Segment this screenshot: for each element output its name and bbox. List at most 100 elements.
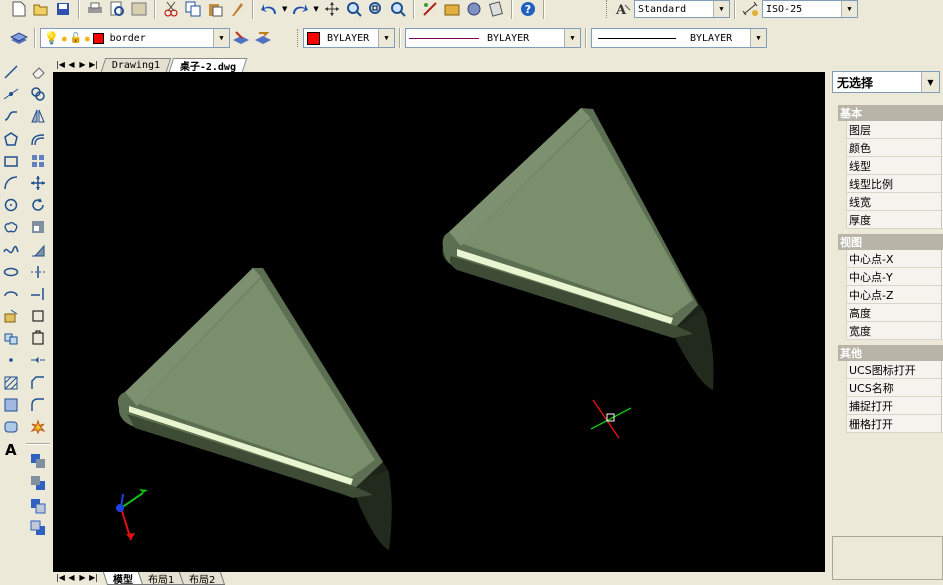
revision-cloud-icon[interactable] bbox=[1, 217, 21, 237]
selection-select[interactable]: 无选择 ▼ bbox=[832, 71, 940, 93]
join-icon[interactable] bbox=[28, 350, 48, 370]
save-icon[interactable] bbox=[53, 0, 73, 19]
gradient-icon[interactable] bbox=[1, 395, 21, 415]
ellipse-icon[interactable] bbox=[1, 262, 21, 282]
paste-icon[interactable] bbox=[205, 0, 225, 19]
text-style-icon[interactable]: A bbox=[613, 0, 633, 19]
region-icon[interactable] bbox=[1, 417, 21, 437]
layer-select[interactable]: 💡 ✹ 🔓 ✹ border ▼ bbox=[40, 28, 230, 48]
solid-left[interactable] bbox=[117, 267, 392, 550]
zoom-previous-icon[interactable] bbox=[388, 0, 408, 19]
fillet-icon[interactable] bbox=[28, 395, 48, 415]
property-linetype-scale[interactable]: 线型比例 bbox=[846, 175, 943, 193]
multiline-text-icon[interactable]: A bbox=[1, 439, 21, 459]
zoom-window-icon[interactable] bbox=[366, 0, 386, 19]
tab-table-dwg[interactable]: 桌子-2.dwg bbox=[168, 58, 248, 73]
extend-icon[interactable] bbox=[28, 284, 48, 304]
trim-icon[interactable] bbox=[28, 262, 48, 282]
category-general[interactable]: 基本 bbox=[838, 105, 943, 121]
sheet-set-icon[interactable] bbox=[486, 0, 506, 19]
break-icon[interactable] bbox=[28, 328, 48, 348]
model-space-canvas[interactable] bbox=[53, 72, 825, 572]
insert-block-icon[interactable] bbox=[1, 306, 21, 326]
line-icon[interactable] bbox=[1, 62, 21, 82]
array-icon[interactable] bbox=[28, 151, 48, 171]
polygon-icon[interactable] bbox=[1, 129, 21, 149]
help-icon[interactable]: ? bbox=[518, 0, 538, 19]
properties-icon[interactable] bbox=[420, 0, 440, 19]
redo-icon[interactable] bbox=[290, 0, 310, 19]
copy-object-icon[interactable] bbox=[28, 84, 48, 104]
bring-above-icon[interactable] bbox=[28, 496, 48, 516]
tab-drawing1[interactable]: Drawing1 bbox=[100, 58, 172, 72]
chamfer-icon[interactable] bbox=[28, 373, 48, 393]
mirror-icon[interactable] bbox=[28, 106, 48, 126]
offset-icon[interactable] bbox=[28, 129, 48, 149]
zoom-realtime-icon[interactable] bbox=[344, 0, 364, 19]
cut-icon[interactable] bbox=[161, 0, 181, 19]
tab-layout1[interactable]: 布局1 bbox=[137, 572, 185, 585]
property-thickness[interactable]: 厚度 bbox=[846, 211, 943, 229]
property-ucs-icon-on[interactable]: UCS图标打开 bbox=[846, 361, 943, 379]
undo-icon[interactable] bbox=[259, 0, 279, 19]
arc-icon[interactable] bbox=[1, 173, 21, 193]
dimension-style-select[interactable]: ISO-25 ▼ bbox=[762, 0, 858, 18]
open-file-icon[interactable] bbox=[31, 0, 51, 19]
explode-icon[interactable] bbox=[28, 417, 48, 437]
rotate-icon[interactable] bbox=[28, 195, 48, 215]
print-icon[interactable] bbox=[85, 0, 105, 19]
scale-icon[interactable] bbox=[28, 217, 48, 237]
copy-icon[interactable] bbox=[183, 0, 203, 19]
tab-last-icon[interactable]: ▶| bbox=[88, 58, 99, 70]
layout-next-icon[interactable]: ▶ bbox=[77, 572, 88, 584]
property-lineweight[interactable]: 线宽 bbox=[846, 193, 943, 211]
solid-right[interactable] bbox=[442, 108, 714, 390]
property-layer[interactable]: 图层 bbox=[846, 121, 943, 139]
category-misc[interactable]: 其他 bbox=[838, 345, 943, 361]
draw-order-back-icon[interactable] bbox=[28, 473, 48, 493]
circle-icon[interactable] bbox=[1, 195, 21, 215]
property-ucs-name[interactable]: UCS名称 bbox=[846, 379, 943, 397]
new-file-icon[interactable] bbox=[9, 0, 29, 19]
tab-prev-icon[interactable]: ◀ bbox=[66, 58, 77, 70]
match-properties-icon[interactable] bbox=[227, 0, 247, 19]
property-height[interactable]: 高度 bbox=[846, 304, 943, 322]
draw-order-front-icon[interactable] bbox=[28, 451, 48, 471]
make-object-layer-current-icon[interactable] bbox=[231, 28, 251, 48]
property-center-y[interactable]: 中心点-Y bbox=[846, 268, 943, 286]
layer-previous-icon[interactable] bbox=[253, 28, 273, 48]
publish-icon[interactable] bbox=[129, 0, 149, 19]
send-under-icon[interactable] bbox=[28, 518, 48, 538]
property-snap-on[interactable]: 捕捉打开 bbox=[846, 397, 943, 415]
construction-line-icon[interactable] bbox=[1, 84, 21, 104]
make-block-icon[interactable] bbox=[1, 328, 21, 348]
break-at-point-icon[interactable] bbox=[28, 306, 48, 326]
pan-icon[interactable] bbox=[322, 0, 342, 19]
layout-last-icon[interactable]: ▶| bbox=[88, 572, 99, 584]
lineweight-select[interactable]: BYLAYER ▼ bbox=[591, 28, 767, 48]
property-color[interactable]: 颜色 bbox=[846, 139, 943, 157]
hatch-icon[interactable] bbox=[1, 373, 21, 393]
tab-layout2[interactable]: 布局2 bbox=[179, 572, 226, 585]
rectangle-icon[interactable] bbox=[1, 151, 21, 171]
print-preview-icon[interactable] bbox=[107, 0, 127, 19]
property-center-x[interactable]: 中心点-X bbox=[846, 250, 943, 268]
category-view[interactable]: 视图 bbox=[838, 234, 943, 250]
move-icon[interactable] bbox=[28, 173, 48, 193]
stretch-icon[interactable] bbox=[28, 240, 48, 260]
linetype-select[interactable]: BYLAYER ▼ bbox=[405, 28, 581, 48]
property-width[interactable]: 宽度 bbox=[846, 322, 943, 340]
spline-icon[interactable] bbox=[1, 240, 21, 260]
text-style-select[interactable]: Standard ▼ bbox=[634, 0, 730, 18]
layout-first-icon[interactable]: |◀ bbox=[55, 572, 66, 584]
color-select[interactable]: BYLAYER ▼ bbox=[303, 28, 395, 48]
layer-manager-icon[interactable] bbox=[9, 28, 29, 48]
layout-prev-icon[interactable]: ◀ bbox=[66, 572, 77, 584]
point-icon[interactable] bbox=[1, 350, 21, 370]
polyline-icon[interactable] bbox=[1, 106, 21, 126]
property-center-z[interactable]: 中心点-Z bbox=[846, 286, 943, 304]
ellipse-arc-icon[interactable] bbox=[1, 284, 21, 304]
erase-icon[interactable] bbox=[28, 62, 48, 82]
property-linetype[interactable]: 线型 bbox=[846, 157, 943, 175]
property-grid-on[interactable]: 栅格打开 bbox=[846, 415, 943, 433]
